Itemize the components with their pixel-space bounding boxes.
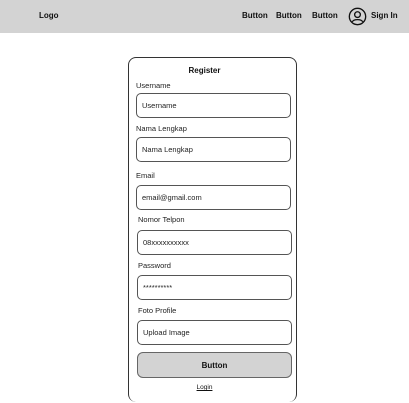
email-label: Email [136,171,155,180]
username-label: Username [136,81,171,90]
password-input[interactable]: ********** [137,275,292,300]
email-input[interactable]: email@gmail.com [136,185,291,210]
sign-in-link[interactable]: Sign In [371,11,398,20]
top-navbar: Logo Button Button Button Sign In [0,0,409,33]
login-link[interactable]: Login [0,384,409,391]
nav-button-1[interactable]: Button [242,11,268,20]
full-name-input[interactable]: Nama Lengkap [136,137,291,162]
user-circle-icon[interactable] [348,7,367,26]
full-name-label: Nama Lengkap [136,124,187,133]
username-input[interactable]: Username [136,93,291,118]
nav-button-3[interactable]: Button [312,11,338,20]
register-button[interactable]: Button [137,352,292,378]
logo[interactable]: Logo [39,11,59,20]
nav-button-2[interactable]: Button [276,11,302,20]
phone-input[interactable]: 08xxxxxxxxxx [137,230,292,255]
password-label: Password [138,261,171,270]
form-title: Register [188,66,221,75]
photo-label: Foto Profile [138,306,177,315]
phone-label: Nomor Telpon [138,215,185,224]
upload-image-field[interactable]: Upload Image [137,320,292,345]
